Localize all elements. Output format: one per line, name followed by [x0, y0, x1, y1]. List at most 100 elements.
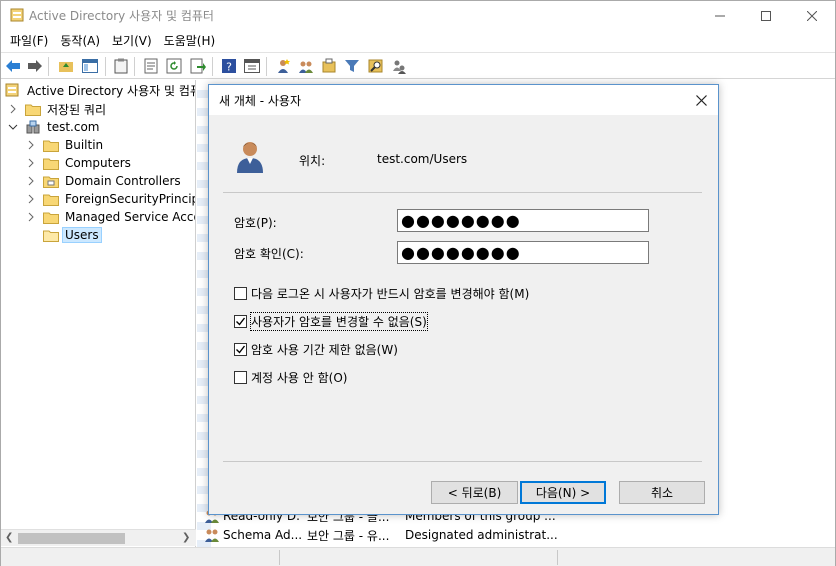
- chevron-right-icon[interactable]: [25, 193, 37, 205]
- forward-button[interactable]: [26, 57, 44, 75]
- checkbox-label: 다음 로그온 시 사용자가 반드시 암호를 변경해야 함(M): [251, 286, 530, 301]
- checkbox-checked-icon[interactable]: [234, 342, 247, 356]
- new-ou-button[interactable]: [320, 57, 338, 75]
- forward-arrow-icon: [28, 60, 42, 72]
- scroll-left-icon[interactable]: ❮: [5, 532, 13, 543]
- window-title: Active Directory 사용자 및 컴퓨터: [29, 9, 214, 23]
- folder-icon: [43, 138, 59, 152]
- checkbox-unchecked-icon[interactable]: [234, 286, 247, 300]
- refresh-button[interactable]: [165, 57, 183, 75]
- folder-icon: [43, 156, 59, 170]
- scroll-right-icon[interactable]: ❯: [182, 532, 190, 543]
- separator: [223, 192, 702, 193]
- aduc-app-icon: [10, 8, 24, 22]
- new-user-button[interactable]: [274, 57, 292, 75]
- tree-item-label: test.com: [47, 120, 100, 134]
- menu-bar: 파일(F) 동작(A) 보기(V) 도움말(H): [1, 30, 835, 51]
- show-tree-button[interactable]: [81, 57, 99, 75]
- console-tree: Active Directory 사용자 및 컴퓨터 저장된 쿼리 test.c…: [1, 80, 196, 547]
- chevron-right-icon[interactable]: [7, 103, 19, 115]
- tree-item-saved-queries[interactable]: 저장된 쿼리: [7, 100, 106, 118]
- folder-icon: [43, 228, 59, 242]
- back-button[interactable]: [4, 57, 22, 75]
- chevron-right-icon[interactable]: [25, 157, 37, 169]
- chevron-right-icon[interactable]: [25, 211, 37, 223]
- chevron-right-icon[interactable]: [25, 175, 37, 187]
- confirm-password-field[interactable]: ●●●●●●●●: [397, 241, 649, 264]
- menu-file[interactable]: 파일(F): [4, 32, 54, 49]
- password-field[interactable]: ●●●●●●●●: [397, 209, 649, 232]
- chevron-right-icon[interactable]: [25, 139, 37, 151]
- new-user-icon: [278, 59, 290, 73]
- chevron-down-icon[interactable]: [7, 121, 19, 133]
- tree-item-label: Builtin: [65, 138, 104, 152]
- row-name: Schema Ad...: [223, 528, 301, 542]
- scrollbar-thumb[interactable]: [18, 533, 125, 544]
- location-value: test.com/Users: [377, 152, 468, 166]
- help-icon: ?: [222, 59, 236, 74]
- maximize-button[interactable]: [743, 1, 789, 30]
- close-icon: [807, 10, 817, 21]
- checkbox-unchecked-icon[interactable]: [234, 370, 247, 384]
- location-label: 위치:: [299, 154, 326, 168]
- tree-item-label: Users: [62, 227, 102, 243]
- properties-button[interactable]: [142, 57, 160, 75]
- must-change-password-checkbox[interactable]: 다음 로그온 시 사용자가 반드시 암호를 변경해야 함(M): [234, 285, 529, 301]
- find-icon: [368, 59, 383, 73]
- confirm-password-label: 암호 확인(C):: [234, 247, 304, 261]
- tree-item-label: Managed Service Accounts: [65, 210, 195, 224]
- add-to-group-icon: [393, 60, 406, 74]
- document-icon: [144, 58, 158, 74]
- close-window-button[interactable]: [789, 1, 835, 30]
- up-level-button[interactable]: [57, 57, 75, 75]
- clipboard-icon: [114, 58, 128, 74]
- clipboard-button[interactable]: [112, 57, 130, 75]
- domain-icon: [25, 120, 41, 134]
- aduc-root-icon: [5, 83, 21, 97]
- svg-text:?: ?: [226, 61, 232, 74]
- cannot-change-password-checkbox[interactable]: 사용자가 암호를 변경할 수 없음(S): [234, 311, 428, 331]
- minimize-button[interactable]: [697, 1, 743, 30]
- checkbox-label: 암호 사용 기간 제한 없음(W): [251, 342, 398, 357]
- checkbox-checked-icon[interactable]: [234, 314, 247, 328]
- organizational-unit-icon: [322, 58, 336, 73]
- toolbar: ?: [1, 52, 835, 79]
- new-group-button[interactable]: [297, 57, 315, 75]
- password-label: 암호(P):: [234, 216, 277, 230]
- view-button[interactable]: [243, 57, 261, 75]
- dialog-title: 새 개체 - 사용자: [219, 94, 302, 108]
- user-icon: [237, 142, 263, 173]
- next-button[interactable]: 다음(N) >: [520, 481, 606, 504]
- checkbox-label: 사용자가 암호를 변경할 수 없음(S): [250, 311, 428, 331]
- find-button[interactable]: [367, 57, 385, 75]
- tree-root[interactable]: Active Directory 사용자 및 컴퓨터: [5, 81, 195, 99]
- tree-item-domain-controllers[interactable]: Domain Controllers: [25, 172, 181, 190]
- export-icon: [190, 58, 206, 74]
- tree-item-foreign-security-principals[interactable]: ForeignSecurityPrincipals: [25, 190, 195, 208]
- row-type: 보안 그룹 - 유...: [307, 528, 390, 543]
- filter-button[interactable]: [343, 57, 361, 75]
- tree-item-computers[interactable]: Computers: [25, 154, 131, 172]
- password-never-expires-checkbox[interactable]: 암호 사용 기간 제한 없음(W): [234, 341, 398, 357]
- tree-item-domain[interactable]: test.com: [7, 118, 100, 136]
- add-to-group-button[interactable]: [390, 57, 408, 75]
- account-disabled-checkbox[interactable]: 계정 사용 안 함(O): [234, 369, 348, 385]
- menu-view[interactable]: 보기(V): [106, 32, 158, 49]
- menu-action[interactable]: 동작(A): [54, 32, 106, 49]
- help-button[interactable]: ?: [220, 57, 238, 75]
- menu-help[interactable]: 도움말(H): [158, 32, 222, 49]
- back-button[interactable]: < 뒤로(B): [431, 481, 518, 504]
- tree-item-builtin[interactable]: Builtin: [25, 136, 103, 154]
- export-list-button[interactable]: [189, 57, 207, 75]
- tree-item-managed-service-accounts[interactable]: Managed Service Accounts: [25, 208, 195, 226]
- cancel-button[interactable]: 취소: [619, 481, 705, 504]
- dialog-title-bar: 새 개체 - 사용자: [209, 85, 718, 115]
- tree-horizontal-scrollbar[interactable]: ❮ ❯: [1, 529, 196, 546]
- new-group-icon: [299, 61, 313, 73]
- tree-item-label: ForeignSecurityPrincipals: [65, 192, 195, 206]
- dialog-close-button[interactable]: [693, 92, 709, 108]
- tree-item-users[interactable]: Users: [43, 226, 102, 244]
- list-row[interactable]: Schema Ad... 보안 그룹 - 유... Designated adm…: [204, 526, 558, 544]
- ou-folder-icon: [43, 174, 59, 188]
- title-bar: Active Directory 사용자 및 컴퓨터: [1, 1, 835, 30]
